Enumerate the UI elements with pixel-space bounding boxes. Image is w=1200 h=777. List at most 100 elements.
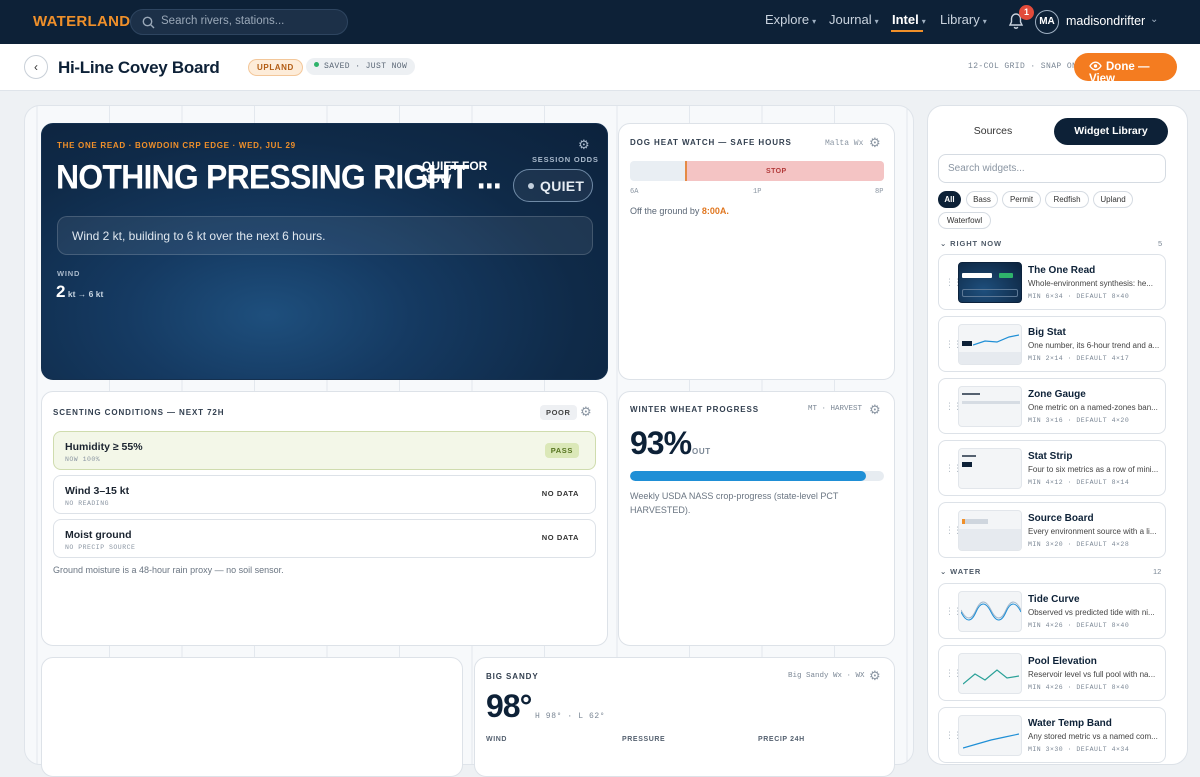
widget-card[interactable]: ⋮⋮ Zone Gauge One metric on a named-zone… xyxy=(938,378,1166,434)
wheat-value-suffix: OUT xyxy=(692,447,711,456)
widget-thumbnail xyxy=(958,448,1022,489)
one-read-widget[interactable]: THE ONE READ · BOWDOIN CRP EDGE · WED, J… xyxy=(41,123,608,380)
nav-explore[interactable]: Explore ▾ xyxy=(765,12,816,27)
off-ground-note: Off the ground by 8:00A. xyxy=(630,206,729,216)
section-header-water[interactable]: ⌄ WATER xyxy=(940,567,981,576)
gear-icon[interactable]: ⚙ xyxy=(869,135,881,151)
eye-icon xyxy=(1089,61,1102,71)
widget-card[interactable]: ⋮⋮ Water Temp Band Any stored metric vs … xyxy=(938,707,1166,763)
widget-card[interactable]: ⋮⋮ Big Stat One number, its 6-hour trend… xyxy=(938,316,1166,372)
widget-thumbnail xyxy=(958,591,1022,632)
chevron-down-icon: ▾ xyxy=(874,17,879,26)
condition-badge: NO DATA xyxy=(541,533,579,542)
search-icon xyxy=(142,16,155,29)
winter-wheat-widget[interactable]: WINTER WHEAT PROGRESS MT · HARVEST ⚙ 93%… xyxy=(618,391,895,646)
widget-search-input[interactable]: Search widgets... xyxy=(938,154,1166,183)
nav-journal[interactable]: Journal ▾ xyxy=(829,12,879,27)
avatar[interactable]: MA xyxy=(1035,10,1059,34)
condition-row: Moist ground NO PRECIP SOURCE NO DATA xyxy=(53,519,596,558)
widget-card[interactable]: ⋮⋮ Tide Curve Observed vs predicted tide… xyxy=(938,583,1166,639)
condition-sub: NO READING xyxy=(65,500,110,507)
tab-widget-library[interactable]: Widget Library xyxy=(1054,118,1168,145)
chevron-down-icon: ▾ xyxy=(982,17,987,26)
chevron-down-icon: ▾ xyxy=(921,17,926,26)
widget-card[interactable]: ⋮⋮ Stat Strip Four to six metrics as a r… xyxy=(938,440,1166,496)
done-view-button[interactable]: Done — View xyxy=(1074,53,1177,85)
chevron-down-icon[interactable]: ⌄ xyxy=(1150,14,1158,25)
board-header: ‹ Hi-Line Covey Board UPLAND SAVED · JUS… xyxy=(0,44,1200,91)
big-sandy-hilo: H 98° · L 62° xyxy=(535,712,606,721)
nav-intel[interactable]: Intel ▾ xyxy=(892,12,926,27)
condition-row: Humidity ≥ 55% NOW 100% PASS xyxy=(53,431,596,470)
wheat-progress-fill xyxy=(630,471,867,481)
empty-widget-slot[interactable] xyxy=(41,657,463,777)
filter-chip-waterfowl[interactable]: Waterfowl xyxy=(938,212,991,229)
condition-badge: NO DATA xyxy=(541,489,579,498)
widget-desc: Four to six metrics as a row of mini... xyxy=(1028,465,1159,474)
widget-name: Zone Gauge xyxy=(1028,389,1086,400)
widget-name: The One Read xyxy=(1028,265,1096,276)
wheat-value: 93% xyxy=(630,425,692,461)
widget-desc: One metric on a named-zones ban... xyxy=(1028,403,1158,412)
dog-heat-widget[interactable]: DOG HEAT WATCH — SAFE HOURS Malta Wx ⚙ S… xyxy=(618,123,895,380)
category-badge: UPLAND xyxy=(248,59,303,76)
big-sandy-widget[interactable]: BIG SANDY Big Sandy Wx · WX ⚙ 98° H 98° … xyxy=(474,657,895,777)
condition-sub: NO PRECIP SOURCE xyxy=(65,544,136,551)
condition-badge: PASS xyxy=(544,443,579,458)
safe-hours-bar xyxy=(630,161,884,181)
nav-library-label: Library xyxy=(940,12,980,27)
condition-title: Humidity ≥ 55% xyxy=(65,441,143,453)
widget-meta: MIN 3×16 · DEFAULT 4×20 xyxy=(1028,417,1130,424)
metric-label: WIND xyxy=(486,736,508,743)
widget-card[interactable]: ⋮⋮ Pool Elevation Reservoir level vs ful… xyxy=(938,645,1166,701)
nav-active-indicator xyxy=(891,30,923,32)
one-read-kicker: THE ONE READ · BOWDOIN CRP EDGE · WED, J… xyxy=(57,141,296,150)
widget-desc: Every environment source with a li... xyxy=(1028,527,1157,536)
widget-name: Stat Strip xyxy=(1028,451,1073,462)
one-read-summary: Wind 2 kt, building to 6 kt over the nex… xyxy=(57,216,593,255)
widget-name: Big Stat xyxy=(1028,327,1066,338)
scenting-conditions-widget[interactable]: SCENTING CONDITIONS — NEXT 72H POOR ⚙ Hu… xyxy=(41,391,608,646)
wheat-progress-bar xyxy=(630,471,884,481)
widget-name: Water Temp Band xyxy=(1028,718,1112,729)
gear-icon[interactable]: ⚙ xyxy=(578,137,590,153)
widget-meta: MIN 4×26 · DEFAULT 8×40 xyxy=(1028,684,1130,691)
widget-desc: Observed vs predicted tide with ni... xyxy=(1028,608,1155,617)
filter-chip-bass[interactable]: Bass xyxy=(966,191,998,208)
axis-tick: 8P xyxy=(875,188,884,196)
condition-sub: NOW 100% xyxy=(65,456,101,463)
widget-thumbnail xyxy=(958,386,1022,427)
save-status-badge: SAVED · JUST NOW xyxy=(306,58,416,75)
search-placeholder: Search rivers, stations... xyxy=(161,15,285,27)
off-ground-prefix: Off the ground by xyxy=(630,206,700,216)
off-ground-time: 8:00A. xyxy=(701,206,729,216)
tab-sources[interactable]: Sources xyxy=(936,118,1050,145)
wind-trend: kt → 6 kt xyxy=(67,289,104,299)
gear-icon[interactable]: ⚙ xyxy=(869,668,881,684)
widget-card[interactable]: ⋮⋮ Source Board Every environment source… xyxy=(938,502,1166,558)
top-nav-bar: WATERLANDS Search rivers, stations... Ex… xyxy=(0,0,1200,44)
waterlands-logo[interactable]: WATERLANDS xyxy=(33,13,141,30)
chevron-left-icon: ‹ xyxy=(34,60,38,74)
widget-library-panel: Sources Widget Library Search widgets...… xyxy=(927,105,1188,765)
back-button[interactable]: ‹ xyxy=(24,55,48,79)
widget-meta: MIN 3×20 · DEFAULT 4×28 xyxy=(1028,541,1130,548)
gear-icon[interactable]: ⚙ xyxy=(869,402,881,418)
global-search-input[interactable]: Search rivers, stations... xyxy=(130,9,348,35)
wheat-note: Weekly USDA NASS crop-progress (state-le… xyxy=(630,491,839,515)
widget-desc: One number, its 6-hour trend and a... xyxy=(1028,341,1160,350)
condition-title: Moist ground xyxy=(65,529,132,541)
scenting-note: Ground moisture is a 48-hour rain proxy … xyxy=(53,565,284,575)
big-sandy-title: BIG SANDY xyxy=(486,672,539,681)
filter-chip-all[interactable]: All xyxy=(938,191,961,208)
nav-library[interactable]: Library ▾ xyxy=(940,12,987,27)
widget-card[interactable]: ⋮⋮ The One Read Whole-environment synthe… xyxy=(938,254,1166,310)
gear-icon[interactable]: ⚙ xyxy=(580,404,592,420)
session-odds-value: QUIET xyxy=(540,178,585,194)
filter-chip-permit[interactable]: Permit xyxy=(1002,191,1041,208)
filter-chip-redfish[interactable]: Redfish xyxy=(1045,191,1089,208)
metric-label: PRECIP 24H xyxy=(758,736,805,743)
section-header-right-now[interactable]: ⌄ RIGHT NOW xyxy=(940,239,1002,248)
username[interactable]: madisondrifter xyxy=(1066,14,1145,28)
filter-chip-upland[interactable]: Upland xyxy=(1093,191,1133,208)
